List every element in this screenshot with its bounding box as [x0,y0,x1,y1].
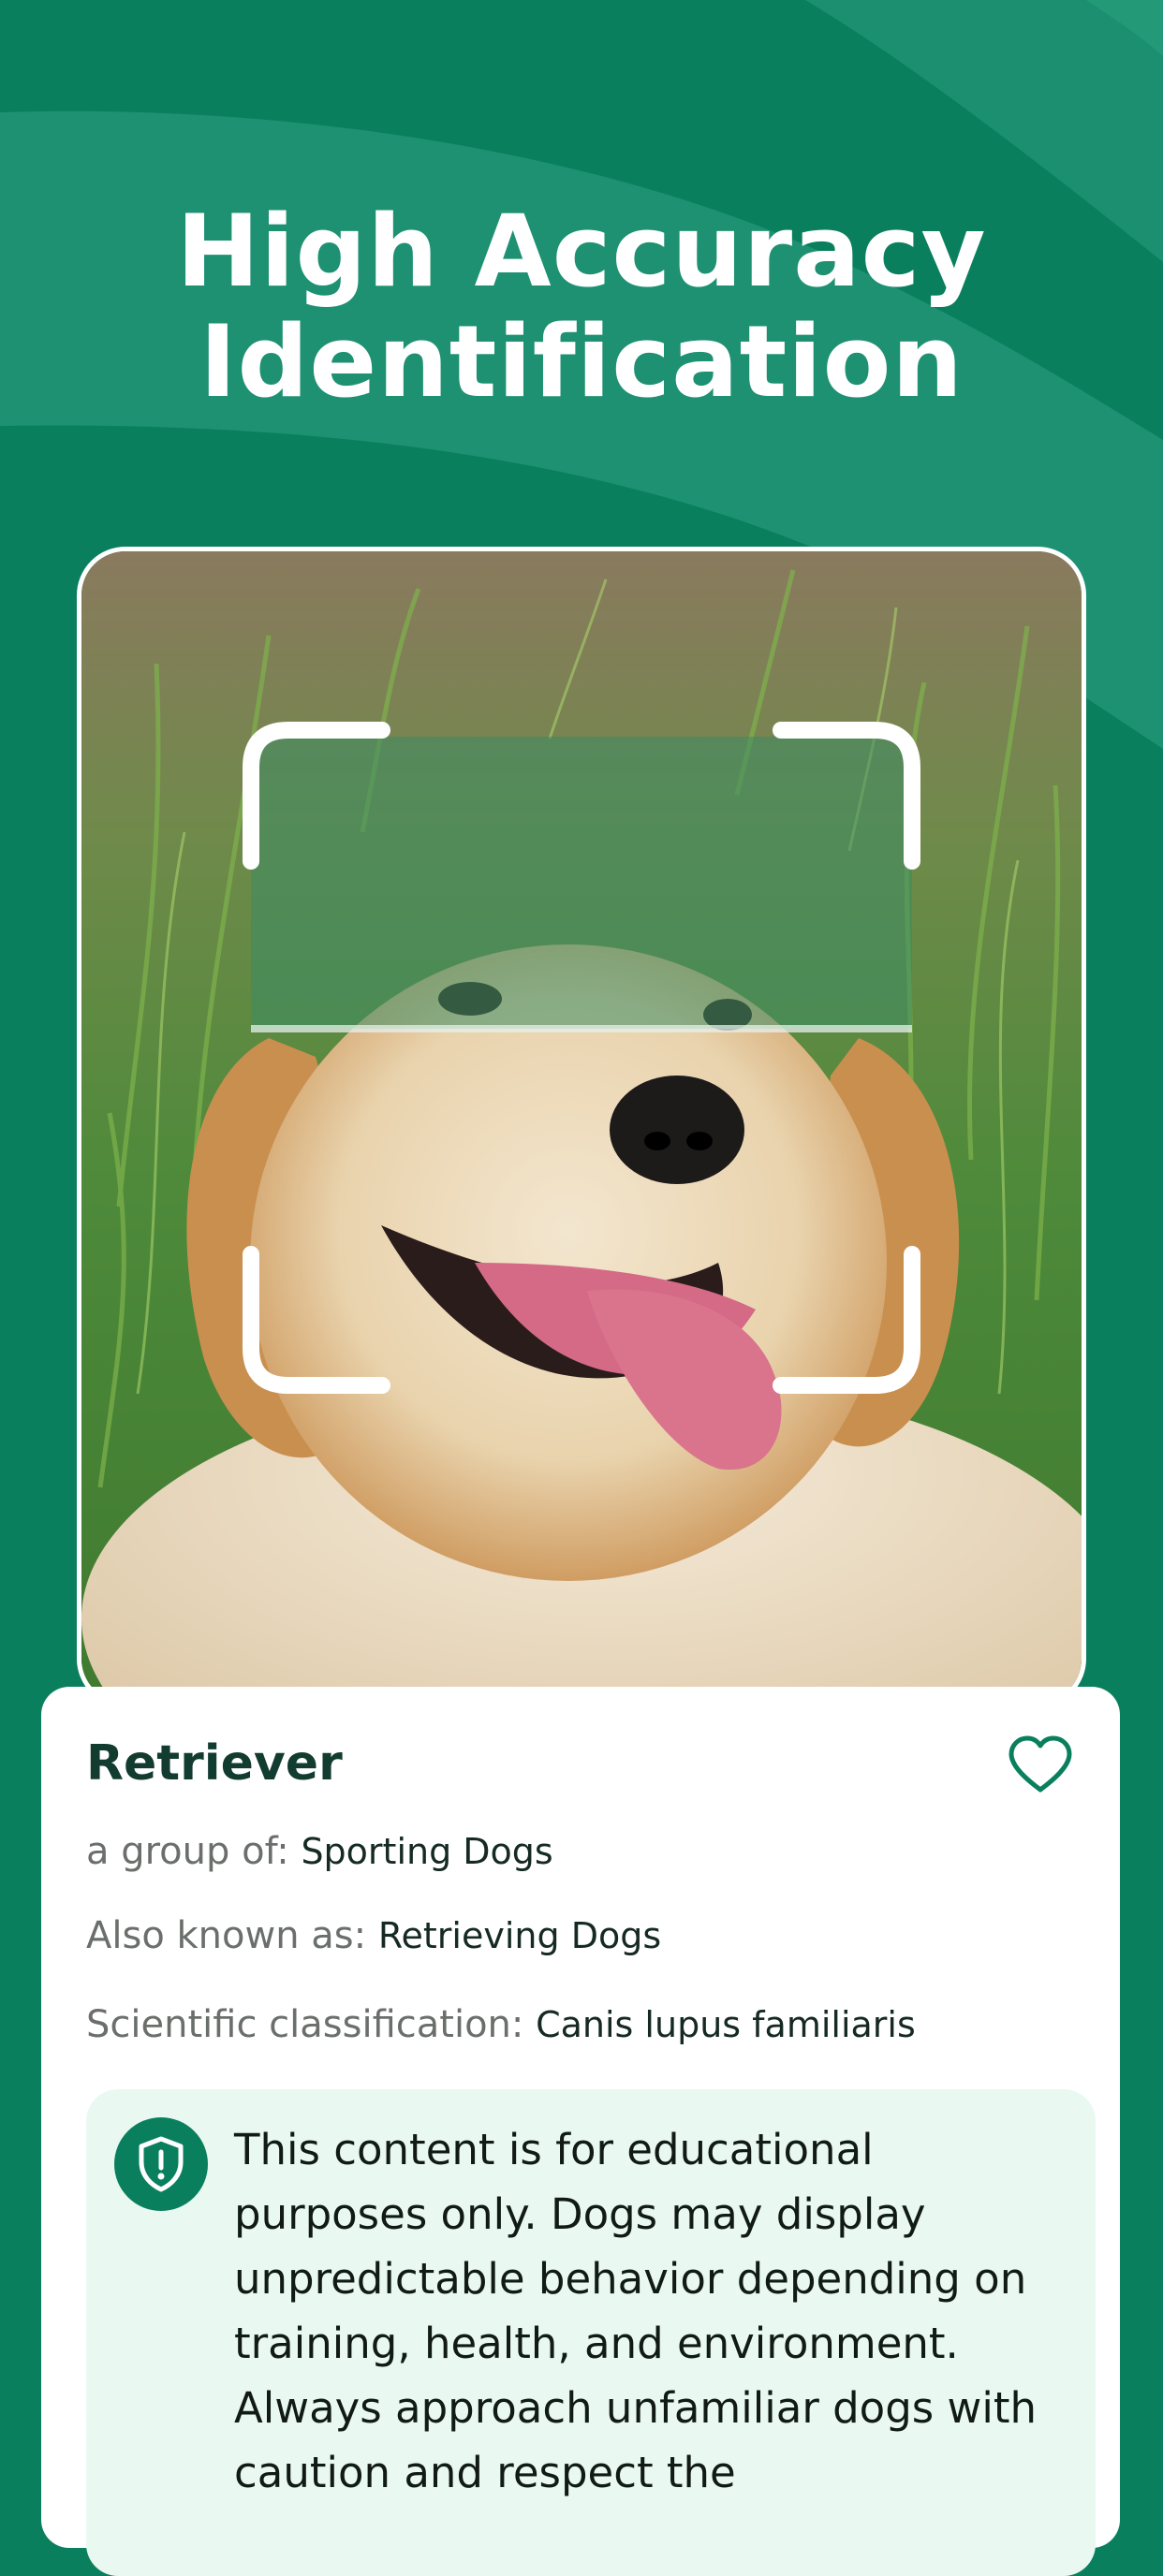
notice-text: This content is for educational purposes… [234,2125,1037,2497]
headline-line-1: High Accuracy [176,194,987,309]
shield-badge [114,2117,208,2211]
heart-outline-icon [1008,1735,1072,1793]
classification-label: Scientific classification: [86,2003,524,2046]
scan-brackets-icon [243,722,920,1394]
aka-row: Also known as: Retrieving Dogs [86,1914,661,1957]
group-value: Sporting Dogs [301,1831,553,1872]
aka-label: Also known as: [86,1914,367,1957]
group-row: a group of: Sporting Dogs [86,1830,553,1873]
result-card: Retriever a group of: Sporting Dogs Also… [41,1687,1120,2576]
headline-line-2: Identification [199,304,964,419]
page-headline: High Accuracy Identification [0,197,1163,417]
classification-row: Scientific classification: Canis lupus f… [86,2003,916,2046]
safety-notice: This content is for educational purposes… [86,2089,1096,2576]
shield-exclamation-icon [139,2136,184,2192]
breed-name: Retriever [86,1735,343,1792]
aka-value: Retrieving Dogs [377,1915,662,1956]
favorite-button[interactable] [1008,1735,1073,1793]
classification-value: Canis lupus familiaris [536,2004,916,2045]
group-label: a group of: [86,1830,289,1873]
